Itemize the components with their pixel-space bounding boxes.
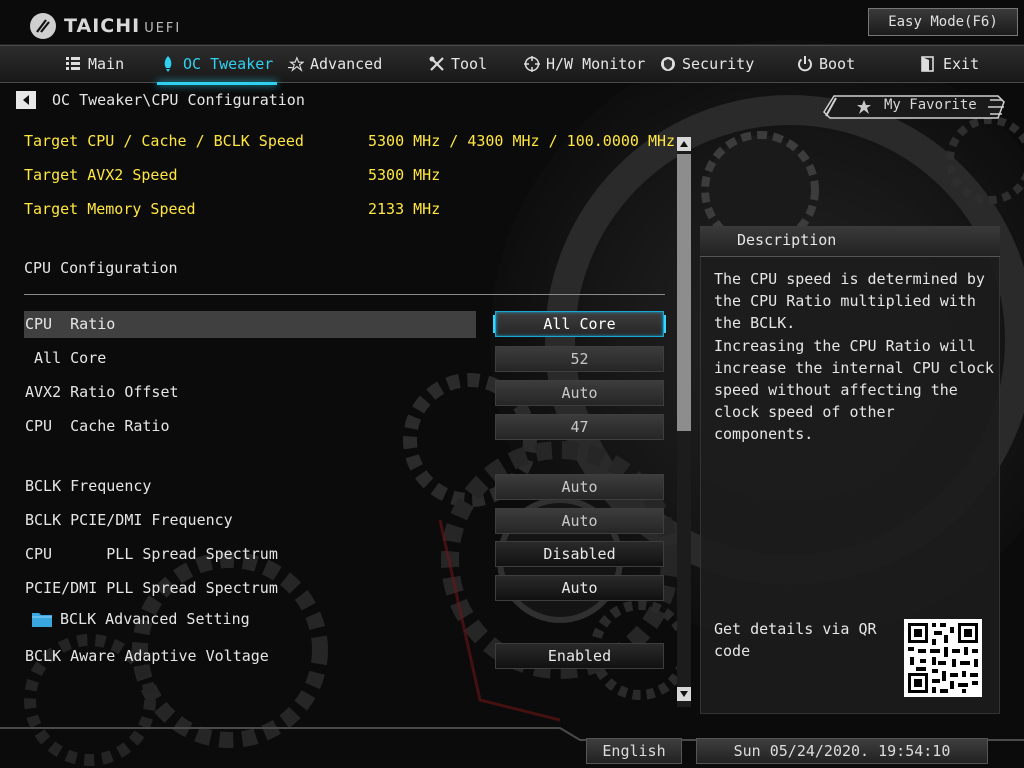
my-favorite-button[interactable]: My Favorite <box>822 94 1006 120</box>
scroll-up-button[interactable] <box>677 137 691 151</box>
setting-bclk-frequency-label[interactable]: BCLK Frequency <box>25 477 151 495</box>
setting-pcie-pll-label[interactable]: PCIE/DMI PLL Spread Spectrum <box>25 579 278 597</box>
setting-all-core-label[interactable]: All Core <box>25 349 106 367</box>
language-button[interactable]: English <box>586 738 682 764</box>
setting-bclk-aware-value[interactable]: Enabled <box>495 643 664 669</box>
setting-cpu-ratio-label[interactable]: CPU Ratio <box>25 315 115 333</box>
setting-bclk-pcie-label[interactable]: BCLK PCIE/DMI Frequency <box>25 511 233 529</box>
target-cpu-value: 5300 MHz / 4300 MHz / 100.0000 MHz <box>368 132 676 150</box>
tab-hw-monitor[interactable]: H/W Monitor <box>524 46 645 82</box>
setting-cache-ratio-label[interactable]: CPU Cache Ratio <box>25 417 170 435</box>
shield-icon <box>660 56 676 72</box>
description-title: Description <box>737 231 837 249</box>
setting-all-core-value[interactable]: 52 <box>495 346 664 372</box>
tab-hw-monitor-label: H/W Monitor <box>546 55 646 73</box>
setting-cpu-pll-label[interactable]: CPU PLL Spread Spectrum <box>25 545 278 563</box>
list-icon <box>66 56 82 72</box>
tab-security-label: Security <box>682 55 755 73</box>
scrollbar-thumb[interactable] <box>677 154 691 431</box>
setting-bclk-pcie-value[interactable]: Auto <box>495 508 664 534</box>
tab-tool-label: Tool <box>451 55 488 73</box>
tab-exit-label: Exit <box>943 55 980 73</box>
section-divider <box>24 294 665 295</box>
qr-code-image <box>904 619 982 697</box>
setting-pcie-pll-value[interactable]: Auto <box>495 575 664 601</box>
back-arrow-icon <box>23 95 29 105</box>
setting-cache-ratio-value[interactable]: 47 <box>495 414 664 440</box>
target-memory-label: Target Memory Speed <box>24 200 196 218</box>
main-nav-bar: Main OC Tweaker Advanced Tool H/W Monito… <box>0 45 1024 85</box>
setting-avx2-offset-label[interactable]: AVX2 Ratio Offset <box>25 383 179 401</box>
folder-icon <box>32 613 52 627</box>
taichi-logo: TAICHI UEFI <box>30 10 181 42</box>
qr-code-label: Get details via QR code <box>714 620 877 660</box>
target-cpu-label: Target CPU / Cache / BCLK Speed <box>24 132 304 150</box>
breadcrumb: OC Tweaker\CPU Configuration <box>52 91 305 109</box>
setting-bclk-aware-label[interactable]: BCLK Aware Adaptive Voltage <box>25 647 269 665</box>
brand-suffix: UEFI <box>144 20 182 36</box>
setting-cpu-pll-value[interactable]: Disabled <box>495 541 664 567</box>
scroll-down-button[interactable] <box>677 687 691 701</box>
bclk-advanced-setting-link[interactable]: BCLK Advanced Setting <box>32 610 250 628</box>
setting-cpu-ratio-value[interactable]: All Core <box>493 311 666 337</box>
bclk-advanced-setting-label: BCLK Advanced Setting <box>60 610 250 628</box>
setting-avx2-offset-value[interactable]: Auto <box>495 380 664 406</box>
back-button[interactable] <box>16 91 36 109</box>
scroll-up-arrow-icon <box>680 141 688 147</box>
tab-advanced[interactable]: Advanced <box>288 46 382 82</box>
datetime-display: Sun 05/24/2020. 19:54:10 <box>696 738 988 764</box>
crosshair-icon <box>524 56 540 72</box>
tab-tool[interactable]: Tool <box>429 46 487 82</box>
tab-oc-tweaker-label: OC Tweaker <box>183 55 274 73</box>
description-text: The CPU speed is determined by the CPU R… <box>714 270 994 444</box>
target-memory-value: 2133 MHz <box>368 200 441 218</box>
tab-oc-tweaker[interactable]: OC Tweaker <box>156 46 278 85</box>
power-icon <box>797 56 813 72</box>
tab-advanced-label: Advanced <box>310 55 383 73</box>
brand-name: TAICHI <box>64 15 141 37</box>
tab-boot-label: Boot <box>819 55 856 73</box>
scroll-down-arrow-icon <box>680 691 688 697</box>
tab-main-label: Main <box>88 55 125 73</box>
exit-icon <box>921 56 937 72</box>
tab-boot[interactable]: Boot <box>797 46 855 82</box>
tab-main[interactable]: Main <box>66 46 124 82</box>
taichi-logo-icon <box>30 13 56 39</box>
tools-icon <box>429 56 445 72</box>
target-avx2-label: Target AVX2 Speed <box>24 166 178 184</box>
easy-mode-button[interactable]: Easy Mode(F6) <box>868 8 1018 36</box>
star-icon <box>288 56 304 72</box>
setting-bclk-frequency-value[interactable]: Auto <box>495 474 664 500</box>
favorite-star-icon <box>857 100 871 114</box>
tab-security[interactable]: Security <box>660 46 754 82</box>
rocket-icon <box>161 56 177 72</box>
tab-exit[interactable]: Exit <box>921 46 979 82</box>
section-title: CPU Configuration <box>24 259 178 277</box>
target-avx2-value: 5300 MHz <box>368 166 441 184</box>
my-favorite-label: My Favorite <box>884 97 977 113</box>
